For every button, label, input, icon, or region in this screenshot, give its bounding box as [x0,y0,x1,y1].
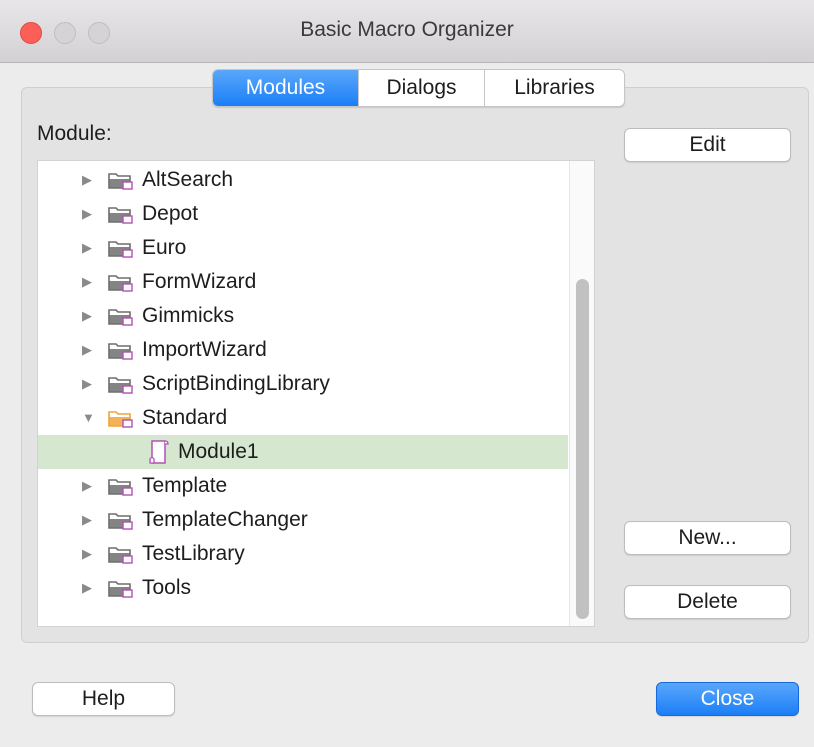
collapsed-arrow-icon[interactable]: ▶ [82,503,96,537]
tree-item-label: ScriptBindingLibrary [142,372,330,395]
collapsed-arrow-icon[interactable]: ▶ [82,333,96,367]
tree-item-label: FormWizard [142,270,257,293]
tree-item-label: TestLibrary [142,542,245,565]
title-bar: Basic Macro Organizer [0,0,814,63]
tree-library-item[interactable]: ▶ Gimmicks [38,299,568,333]
tree-library-item[interactable]: ▶ Tools [38,571,568,605]
edit-button[interactable]: Edit [624,128,791,162]
close-button[interactable]: Close [656,682,799,716]
tree-library-item[interactable]: ▶ TemplateChanger [38,503,568,537]
library-folder-icon [108,377,133,394]
collapsed-arrow-icon[interactable]: ▶ [82,231,96,265]
tab-dialogs[interactable]: Dialogs [359,70,485,106]
new-button[interactable]: New... [624,521,791,555]
collapsed-arrow-icon[interactable]: ▶ [82,537,96,571]
tab-libraries[interactable]: Libraries [485,70,624,106]
tree-library-item[interactable]: ▶ Euro [38,231,568,265]
collapsed-arrow-icon[interactable]: ▶ [82,265,96,299]
tree-module-item[interactable]: Module1 [38,435,568,469]
collapsed-arrow-icon[interactable]: ▶ [82,163,96,197]
library-folder-icon [108,581,133,598]
tree-item-label: ImportWizard [142,338,267,361]
library-folder-icon [108,513,133,530]
tree-item-label: AltSearch [142,168,234,191]
library-folder-icon [108,309,133,326]
tree-item-label: Tools [142,576,192,599]
collapsed-arrow-icon[interactable]: ▶ [82,469,96,503]
collapsed-arrow-icon[interactable]: ▶ [82,367,96,401]
module-tree[interactable]: ▶ AltSearch ▶ Depot ▶ Euro ▶ FormWizard ▶ Gimmick… [37,160,595,627]
tree-item-label: Standard [142,406,228,429]
library-folder-icon [108,207,133,224]
tab-modules[interactable]: Modules [213,70,359,106]
tree-item-label: Module1 [178,440,259,463]
collapsed-arrow-icon[interactable]: ▶ [82,571,96,605]
tree-item-label: TemplateChanger [142,508,308,531]
help-button[interactable]: Help [32,682,175,716]
open-library-folder-icon [108,411,133,428]
library-folder-icon [108,479,133,496]
tree-library-item[interactable]: ▼ Standard [38,401,568,435]
tree-item-label: Template [142,474,228,497]
collapsed-arrow-icon[interactable]: ▶ [82,197,96,231]
expanded-arrow-icon[interactable]: ▼ [82,401,96,435]
tree-item-label: Gimmicks [142,304,235,327]
module-document-icon [149,440,169,464]
tree-scrollbar-thumb[interactable] [576,279,589,619]
library-folder-icon [108,173,133,190]
tree-library-item[interactable]: ▶ Depot [38,197,568,231]
tree-library-item[interactable]: ▶ AltSearch [38,163,568,197]
tree-scrollbar[interactable] [569,161,594,626]
window-title: Basic Macro Organizer [300,18,514,41]
delete-button[interactable]: Delete [624,585,791,619]
library-folder-icon [108,343,133,360]
library-folder-icon [108,547,133,564]
library-folder-icon [108,241,133,258]
collapsed-arrow-icon[interactable]: ▶ [82,299,96,333]
module-label: Module: [37,122,112,145]
tree-library-item[interactable]: ▶ TestLibrary [38,537,568,571]
library-folder-icon [108,275,133,292]
tree-item-label: Euro [142,236,187,259]
tab-bar: Modules Dialogs Libraries [212,69,625,107]
tree-library-item[interactable]: ▶ ScriptBindingLibrary [38,367,568,401]
tree-library-item[interactable]: ▶ Template [38,469,568,503]
tree-item-label: Depot [142,202,199,225]
tree-library-item[interactable]: ▶ ImportWizard [38,333,568,367]
tree-library-item[interactable]: ▶ FormWizard [38,265,568,299]
